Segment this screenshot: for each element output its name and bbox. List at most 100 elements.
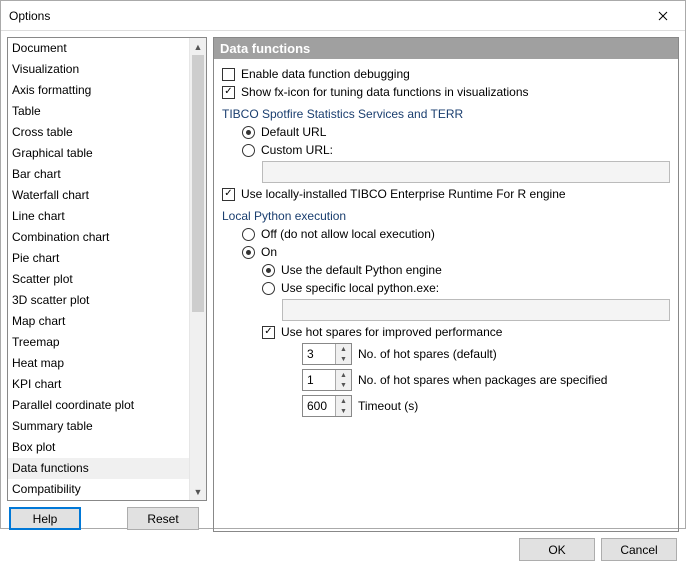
right-column: Data functions Enable data function debu… bbox=[213, 37, 679, 532]
spares-default-row: ▲ ▼ No. of hot spares (default) bbox=[302, 343, 670, 365]
spares-pkg-row: ▲ ▼ No. of hot spares when packages are … bbox=[302, 369, 670, 391]
python-default-engine-row: Use the default Python engine bbox=[262, 263, 670, 277]
use-local-terr-row: ✓ Use locally-installed TIBCO Enterprise… bbox=[222, 187, 670, 201]
enable-debug-label: Enable data function debugging bbox=[241, 67, 410, 81]
category-item[interactable]: Data functions bbox=[8, 458, 189, 479]
spares-default-input[interactable] bbox=[303, 344, 335, 364]
terr-group-title: TIBCO Spotfire Statistics Services and T… bbox=[222, 107, 670, 121]
enable-debug-row: Enable data function debugging bbox=[222, 67, 670, 81]
spin-up-icon[interactable]: ▲ bbox=[336, 344, 351, 354]
use-local-terr-checkbox[interactable]: ✓ bbox=[222, 188, 235, 201]
python-exe-input[interactable] bbox=[282, 299, 670, 321]
timeout-spinner[interactable]: ▲ ▼ bbox=[302, 395, 352, 417]
python-on-radio[interactable] bbox=[242, 246, 255, 259]
hot-spares-label: Use hot spares for improved performance bbox=[281, 325, 502, 339]
timeout-label: Timeout (s) bbox=[358, 399, 418, 413]
spares-pkg-input[interactable] bbox=[303, 370, 335, 390]
help-button[interactable]: Help bbox=[9, 507, 81, 530]
category-item[interactable]: Visualization bbox=[8, 59, 189, 80]
section-header: Data functions bbox=[214, 38, 678, 59]
scroll-up-icon[interactable]: ▲ bbox=[190, 38, 206, 55]
spin-down-icon[interactable]: ▼ bbox=[336, 354, 351, 364]
default-url-radio[interactable] bbox=[242, 126, 255, 139]
category-item[interactable]: Pie chart bbox=[8, 248, 189, 269]
timeout-input[interactable] bbox=[303, 396, 335, 416]
default-url-label: Default URL bbox=[261, 125, 326, 139]
spin-up-icon[interactable]: ▲ bbox=[336, 396, 351, 406]
python-specific-engine-label: Use specific local python.exe: bbox=[281, 281, 439, 295]
python-default-engine-label: Use the default Python engine bbox=[281, 263, 442, 277]
spares-default-spinner[interactable]: ▲ ▼ bbox=[302, 343, 352, 365]
category-item[interactable]: Cross table bbox=[8, 122, 189, 143]
spin-down-icon[interactable]: ▼ bbox=[336, 406, 351, 416]
hot-spares-row: ✓ Use hot spares for improved performanc… bbox=[262, 325, 670, 339]
spin-up-icon[interactable]: ▲ bbox=[336, 370, 351, 380]
close-button[interactable] bbox=[640, 1, 685, 30]
window-title: Options bbox=[9, 9, 50, 23]
spin-down-icon[interactable]: ▼ bbox=[336, 380, 351, 390]
dialog-body: DocumentVisualizationAxis formattingTabl… bbox=[1, 31, 685, 569]
category-item[interactable]: Bar chart bbox=[8, 164, 189, 185]
left-column: DocumentVisualizationAxis formattingTabl… bbox=[7, 37, 207, 532]
category-item[interactable]: Parallel coordinate plot bbox=[8, 395, 189, 416]
spares-pkg-spinner[interactable]: ▲ ▼ bbox=[302, 369, 352, 391]
python-specific-engine-row: Use specific local python.exe: bbox=[262, 281, 670, 295]
category-item[interactable]: Axis formatting bbox=[8, 80, 189, 101]
category-item[interactable]: Treemap bbox=[8, 332, 189, 353]
scroll-down-icon[interactable]: ▼ bbox=[190, 483, 206, 500]
python-exe-field-row bbox=[282, 299, 670, 321]
options-panel: Enable data function debugging ✓ Show fx… bbox=[214, 59, 678, 531]
scroll-thumb[interactable] bbox=[192, 55, 204, 312]
python-specific-engine-radio[interactable] bbox=[262, 282, 275, 295]
hot-spares-checkbox[interactable]: ✓ bbox=[262, 326, 275, 339]
category-item[interactable]: Compatibility bbox=[8, 479, 189, 500]
category-item[interactable]: 3D scatter plot bbox=[8, 290, 189, 311]
category-item[interactable]: KPI chart bbox=[8, 374, 189, 395]
category-item[interactable]: Waterfall chart bbox=[8, 185, 189, 206]
show-fx-row: ✓ Show fx-icon for tuning data functions… bbox=[222, 85, 670, 99]
category-item[interactable]: Document bbox=[8, 38, 189, 59]
titlebar: Options bbox=[1, 1, 685, 31]
spinner-buttons: ▲ ▼ bbox=[335, 396, 351, 416]
python-off-radio[interactable] bbox=[242, 228, 255, 241]
enable-debug-checkbox[interactable] bbox=[222, 68, 235, 81]
options-dialog: Options DocumentVisualizationAxis format… bbox=[0, 0, 686, 529]
category-listbox[interactable]: DocumentVisualizationAxis formattingTabl… bbox=[7, 37, 207, 501]
python-on-row: On bbox=[242, 245, 670, 259]
category-item[interactable]: Summary table bbox=[8, 416, 189, 437]
custom-url-radio[interactable] bbox=[242, 144, 255, 157]
use-local-terr-label: Use locally-installed TIBCO Enterprise R… bbox=[241, 187, 566, 201]
ok-button[interactable]: OK bbox=[519, 538, 595, 561]
spinner-buttons: ▲ ▼ bbox=[335, 344, 351, 364]
category-item[interactable]: Combination chart bbox=[8, 227, 189, 248]
custom-url-row: Custom URL: bbox=[242, 143, 670, 157]
category-item[interactable]: Box plot bbox=[8, 437, 189, 458]
scroll-track[interactable] bbox=[190, 55, 206, 483]
spinner-buttons: ▲ ▼ bbox=[335, 370, 351, 390]
close-icon bbox=[658, 11, 668, 21]
category-item[interactable]: Line chart bbox=[8, 206, 189, 227]
category-item[interactable]: Heat map bbox=[8, 353, 189, 374]
custom-url-input[interactable] bbox=[262, 161, 670, 183]
spares-default-label: No. of hot spares (default) bbox=[358, 347, 497, 361]
category-item[interactable]: Table bbox=[8, 101, 189, 122]
python-off-row: Off (do not allow local execution) bbox=[242, 227, 670, 241]
category-item[interactable]: Graphical table bbox=[8, 143, 189, 164]
custom-url-label: Custom URL: bbox=[261, 143, 333, 157]
python-default-engine-radio[interactable] bbox=[262, 264, 275, 277]
default-url-row: Default URL bbox=[242, 125, 670, 139]
timeout-row: ▲ ▼ Timeout (s) bbox=[302, 395, 670, 417]
python-group-title: Local Python execution bbox=[222, 209, 670, 223]
spares-pkg-label: No. of hot spares when packages are spec… bbox=[358, 373, 607, 387]
scrollbar[interactable]: ▲ ▼ bbox=[189, 38, 206, 500]
show-fx-checkbox[interactable]: ✓ bbox=[222, 86, 235, 99]
category-list: DocumentVisualizationAxis formattingTabl… bbox=[8, 38, 189, 500]
custom-url-field-row bbox=[262, 161, 670, 183]
category-item[interactable]: Scatter plot bbox=[8, 269, 189, 290]
bottom-bar: OK Cancel bbox=[1, 532, 685, 569]
python-off-label: Off (do not allow local execution) bbox=[261, 227, 435, 241]
category-item[interactable]: Map chart bbox=[8, 311, 189, 332]
cancel-button[interactable]: Cancel bbox=[601, 538, 677, 561]
show-fx-label: Show fx-icon for tuning data functions i… bbox=[241, 85, 529, 99]
reset-button[interactable]: Reset bbox=[127, 507, 199, 530]
